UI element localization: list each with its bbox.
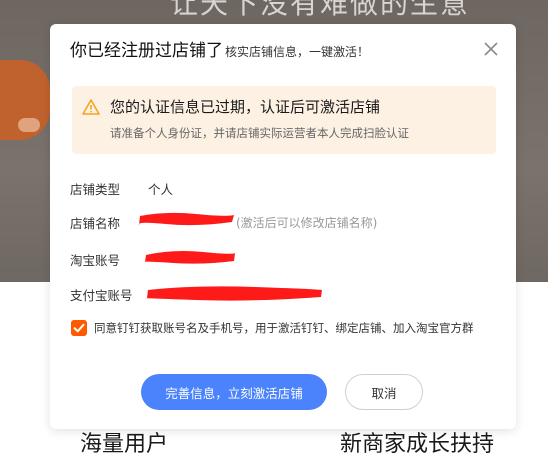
background-illustration-detail [18, 118, 40, 132]
alipay-account-redaction [145, 286, 322, 301]
dialog-title: 你已经注册过店铺了 核实店铺信息，一键激活！ [70, 36, 369, 61]
activate-store-button[interactable]: 完善信息，立刻激活店铺 [141, 374, 327, 410]
agreement-checkbox[interactable] [71, 320, 87, 336]
cancel-button[interactable]: 取消 [345, 374, 423, 410]
notice-text: 请准备个人身份证，并请店铺实际运营者本人完成扫脸认证 [110, 126, 409, 140]
store-name-label: 店铺名称 [70, 216, 121, 231]
store-name-hint: (激活后可以修改店铺名称) [236, 216, 378, 230]
store-type-value: 个人 [148, 182, 174, 197]
store-type-label: 店铺类型 [70, 182, 121, 197]
notice-title: 您的认证信息已过期，认证后可激活店铺 [110, 98, 381, 116]
feature-users: 海量用户 [80, 432, 169, 457]
dialog-title-sub: 核实店铺信息，一键激活！ [225, 45, 370, 59]
close-icon [484, 42, 498, 56]
checkmark-icon [73, 323, 85, 333]
activate-store-dialog: 你已经注册过店铺了 核实店铺信息，一键激活！ 您的认证信息已过期，认证后可激活店铺… [50, 24, 516, 429]
feature-growth-support: 新商家成长扶持 [340, 432, 495, 457]
dialog-title-main: 你已经注册过店铺了 [70, 41, 223, 61]
taobao-account-redaction [144, 251, 235, 264]
close-button[interactable] [480, 38, 502, 60]
expired-notice: 您的认证信息已过期，认证后可激活店铺 请准备个人身份证，并请店铺实际运营者本人完… [72, 86, 496, 154]
store-name-redaction [138, 212, 234, 226]
background-heading: 让天下没有难做的生意 [170, 0, 471, 20]
agreement-text: 同意钉钉获取账号名及手机号，用于激活钉钉、绑定店铺、加入淘宝官方群 [94, 321, 474, 335]
alipay-account-label: 支付宝账号 [70, 288, 133, 303]
warning-icon [82, 99, 100, 115]
taobao-account-label: 淘宝账号 [70, 253, 121, 268]
